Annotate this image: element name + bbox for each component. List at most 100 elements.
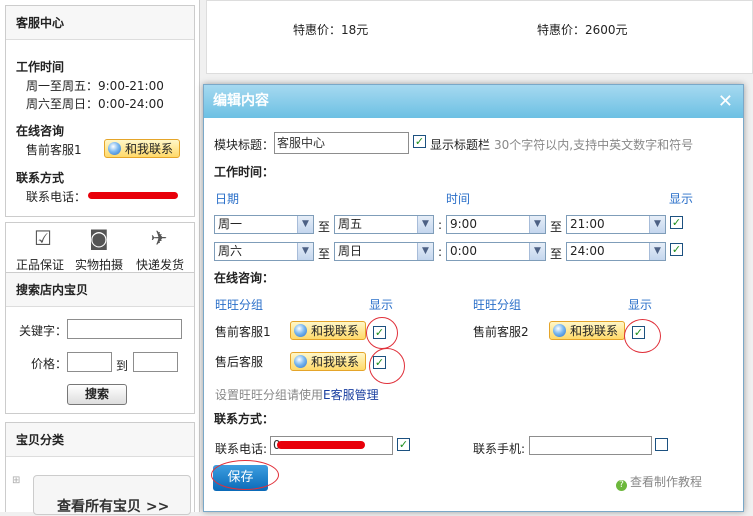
wangwang-icon [553,324,566,337]
group-3-contact-button[interactable]: 和我联系 [290,352,367,371]
annotation-circle [366,317,398,349]
product-price-1: 特惠价：18元 [293,23,369,37]
chevron-down-icon: ▼ [649,243,665,260]
colon-2: : [438,245,443,259]
product-price-2: 特惠价：2600元 [537,23,628,37]
group-2-contact-label: 和我联系 [570,324,619,338]
online-consult-heading: 在线咨询： [214,271,275,285]
contact-me-button[interactable]: 和我联系 [104,139,181,158]
shop-search-panel: 搜索店内宝贝 关键字： 价格： 到 搜索 [5,272,195,414]
dialog-header: 编辑内容 ✕ [204,85,743,118]
time-from-value-1: 9:00 [450,217,477,231]
group-2-contact-button[interactable]: 和我联系 [549,321,626,340]
show-title-bar-label: 显示标题栏 [430,138,491,152]
feature-genuine: 正品保证 [16,258,65,272]
time-from-select-1[interactable]: 9:00 ▼ [446,215,546,234]
keyword-input[interactable] [67,319,182,339]
phone-show-checkbox[interactable]: ✓ [397,438,410,451]
work-time-title: 工作时间 [16,60,65,74]
module-title-label: 模块标题： [214,138,275,152]
mobile-input[interactable] [529,436,652,455]
search-button[interactable]: 搜索 [67,384,127,405]
collapse-icon[interactable]: ⊞ [12,475,20,486]
contact-title: 联系方式 [16,171,65,185]
show-column-header: 显示 [669,192,694,206]
group-1-contact-button[interactable]: 和我联系 [290,321,367,340]
mobile-label: 联系手机: [473,442,526,456]
chevron-down-icon: ▼ [297,243,313,260]
price-label: 价格： [31,357,68,371]
day-from-select-2[interactable]: 周六 ▼ [214,242,314,261]
help-icon: ? [616,480,627,491]
online-consult-title: 在线咨询 [16,124,65,138]
feature-express: 快递发货 [136,258,185,272]
time-from-select-2[interactable]: 0:00 ▼ [446,242,546,261]
features-strip: ☑ ◙ ✈ 正品保证 实物拍摄 快递发货 [5,222,195,272]
day-from-value-1: 周一 [218,217,243,231]
presale-label: 售前客服1 [26,143,82,157]
feature-real-photo: 实物拍摄 [75,258,124,272]
to-label-1: 至 [318,220,331,234]
group-1-contact-label: 和我联系 [311,324,360,338]
module-title-value: 客服中心 [277,136,326,150]
e-service-manage-link[interactable]: E客服管理 [323,388,379,402]
chevron-down-icon: ▼ [417,243,433,260]
day-to-value-2: 周日 [338,244,363,258]
view-all-items-label: 查看所有宝贝 >> [57,499,170,515]
annotation-circle [624,319,661,353]
show-header-1: 显示 [369,298,394,312]
time-from-value-2: 0:00 [450,244,477,258]
camera-icon: ◙ [89,226,109,250]
chevron-down-icon: ▼ [297,216,313,233]
weekday-hours: 周一至周五：9:00-21:00 [26,79,164,93]
module-title-input[interactable]: 客服中心 [274,132,409,154]
price-to-label: 到 [116,359,129,373]
tutorial-link[interactable]: ? 查看制作教程 [616,473,702,491]
group-name-2: 售前客服2 [473,325,529,339]
show-row-1-checkbox[interactable]: ✓ [670,216,683,229]
category-panel: 宝贝分类 ⊞ 查看所有宝贝 >> [5,422,195,515]
show-title-bar-checkbox[interactable]: ✓ [413,135,426,148]
chevron-down-icon: ▼ [529,243,545,260]
time-to-select-1[interactable]: 21:00 ▼ [566,215,666,234]
wangwang-icon [294,324,307,337]
work-time-heading: 工作时间： [214,165,275,179]
group-name-3: 售后客服 [215,355,264,369]
chevron-down-icon: ▼ [529,216,545,233]
contact-heading: 联系方式： [214,412,275,426]
product-strip: 特惠价：18元 特惠价：2600元 [206,0,753,74]
tutorial-label: 查看制作教程 [630,475,703,489]
annotation-circle [369,348,405,384]
weekend-hours: 周六至周日：0:00-24:00 [26,97,164,111]
title-hint: 30个字符以内,支持中英文数字和符号 [494,138,694,152]
annotation-circle [211,460,279,490]
show-row-2-checkbox[interactable]: ✓ [670,243,683,256]
close-icon[interactable]: ✕ [718,85,733,118]
time-to-value-1: 21:00 [570,217,605,231]
service-center-title: 客服中心 [6,6,194,40]
to-label-1b: 至 [550,220,563,234]
view-all-items-button[interactable]: 查看所有宝贝 >> [33,475,191,515]
date-column-header: 日期 [215,192,240,206]
day-from-select-1[interactable]: 周一 ▼ [214,215,314,234]
service-center-panel: 客服中心 工作时间 周一至周五：9:00-21:00 周六至周日：0:00-24… [5,5,195,217]
redacted-phone-scribble [277,441,365,449]
group-3-contact-label: 和我联系 [311,355,360,369]
day-to-select-2[interactable]: 周日 ▼ [334,242,434,261]
chevron-down-icon: ▼ [649,216,665,233]
keyword-label: 关键字： [19,324,68,338]
mobile-show-checkbox[interactable]: ✓ [655,438,668,451]
time-to-select-2[interactable]: 24:00 ▼ [566,242,666,261]
price-max-input[interactable] [133,352,178,372]
manage-hint: 设置旺旺分组请使用E客服管理 [215,386,379,403]
chevron-down-icon: ▼ [417,216,433,233]
time-to-value-2: 24:00 [570,244,605,258]
price-min-input[interactable] [67,352,112,372]
day-to-select-1[interactable]: 周五 ▼ [334,215,434,234]
to-label-2b: 至 [550,247,563,261]
shop-sidebar: 客服中心 工作时间 周一至周五：9:00-21:00 周六至周日：0:00-24… [0,0,200,515]
ww-group-header-1: 旺旺分组 [215,298,264,312]
contact-me-label: 和我联系 [125,142,174,156]
redacted-phone-scribble [88,192,178,199]
ww-group-header-2: 旺旺分组 [473,298,522,312]
